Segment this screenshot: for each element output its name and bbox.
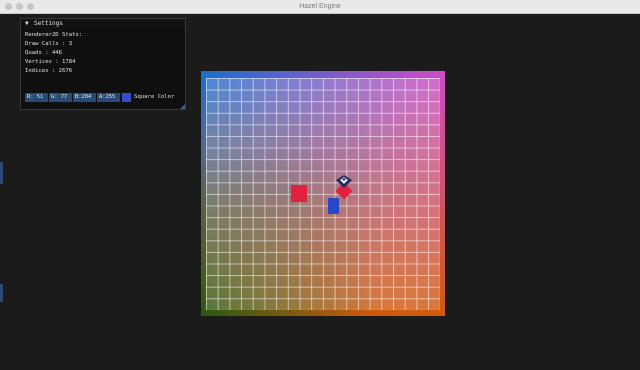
settings-header[interactable]: ▼ Settings (21, 19, 185, 29)
blue-square (328, 198, 339, 214)
window-titlebar: Hazel Engine (0, 0, 640, 14)
window-title: Hazel Engine (299, 3, 341, 10)
alpha-channel-field[interactable]: A:255 (97, 93, 120, 102)
red-channel-field[interactable]: R: 51 (25, 93, 48, 102)
quads-stat: Quads : 446 (25, 50, 63, 56)
green-channel-field[interactable]: G: 77 (49, 93, 72, 102)
vertices-stat: Vertices : 1784 (25, 59, 76, 65)
settings-panel[interactable]: ▼ Settings Renderer2D Stats: Draw Calls … (20, 18, 186, 110)
color-swatch-button[interactable] (122, 93, 131, 102)
left-edge-marker (0, 284, 3, 302)
blue-channel-field[interactable]: B:204 (73, 93, 96, 102)
checkerboard-texture (206, 78, 440, 310)
checkerboard-sprite-icon (336, 175, 352, 188)
red-square (291, 185, 307, 202)
background-quad (201, 71, 445, 316)
stats-title: Renderer2D Stats: (25, 32, 83, 38)
collapse-arrow-icon[interactable]: ▼ (25, 19, 29, 29)
indices-stat: Indices : 2676 (25, 68, 73, 74)
resize-grip-icon[interactable] (180, 104, 185, 109)
left-edge-marker (0, 162, 3, 184)
settings-title: Settings (34, 20, 63, 27)
square-color-label: Square Color (134, 94, 175, 100)
draw-calls-stat: Draw Calls : 3 (25, 41, 73, 47)
